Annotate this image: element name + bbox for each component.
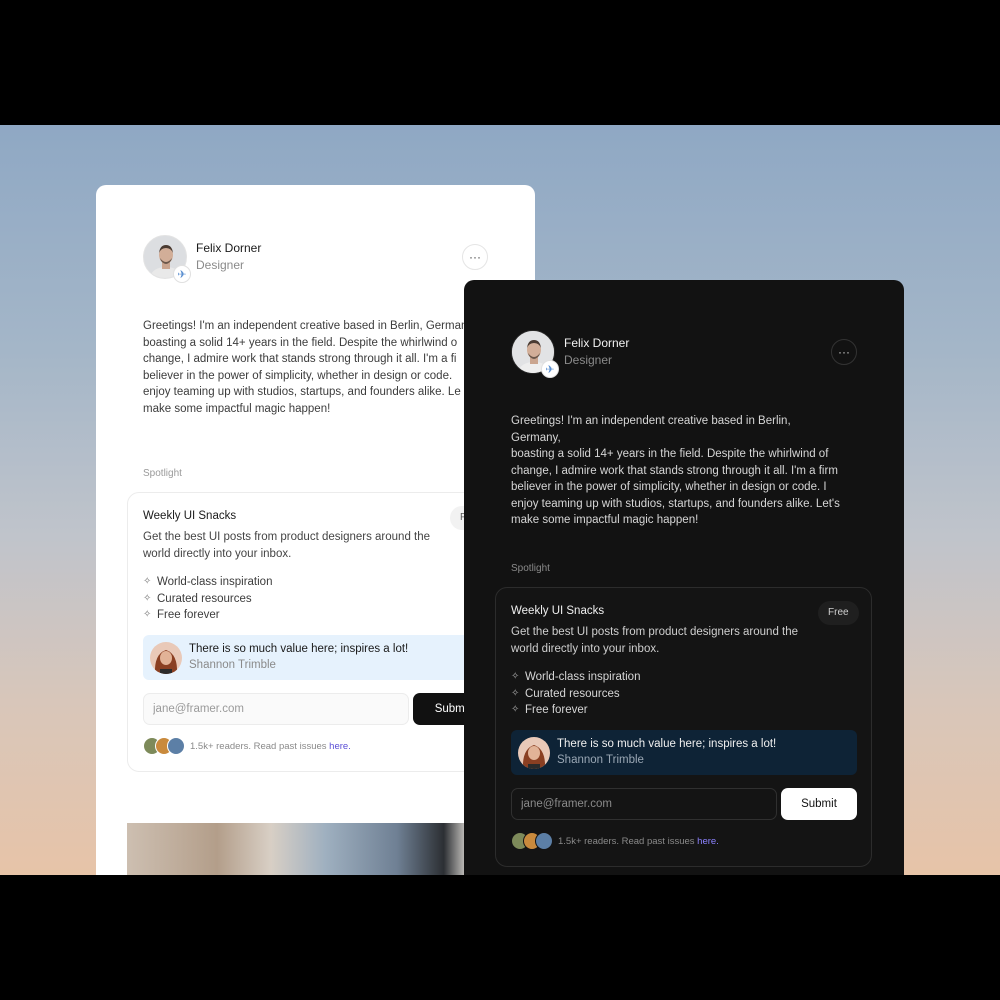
testimonial-avatar [150, 641, 182, 674]
feature-item: ✧ World-class inspiration [143, 574, 272, 591]
feature-item: ✧ Curated resources [511, 686, 640, 703]
readers-info: 1.5k+ readers. Read past issues here. [143, 737, 351, 755]
email-input[interactable] [511, 788, 777, 820]
bio-text: Greetings! I'm an independent creative b… [143, 320, 468, 415]
airplane-icon: ✈ [541, 360, 559, 378]
email-input[interactable] [143, 693, 409, 725]
readers-count-text: 1.5k+ readers. Read past issues [558, 835, 698, 847]
testimonial: There is so much value here; inspires a … [511, 730, 857, 775]
testimonial-text: There is so much value here; inspires a … [189, 643, 409, 655]
testimonial-text: There is so much value here; inspires a … [557, 738, 777, 750]
spotlight-title: Weekly UI Snacks [143, 510, 237, 522]
sparkle-icon: ✧ [511, 687, 520, 699]
workspace-photo [127, 823, 487, 875]
testimonial-avatar [518, 736, 550, 769]
more-options-button[interactable]: ··· [831, 339, 857, 365]
avatar[interactable]: ✈ [143, 235, 191, 283]
section-label-spotlight: Spotlight [143, 468, 182, 479]
feature-item: ✧ Curated resources [143, 591, 272, 608]
spotlight-description: Get the best UI posts from product desig… [511, 626, 799, 655]
spotlight-description: Get the best UI posts from product desig… [143, 531, 431, 560]
spotlight-title: Weekly UI Snacks [511, 605, 605, 617]
feature-item: ✧ Free forever [511, 702, 640, 719]
profile-name: Felix Dorner [196, 241, 262, 255]
readers-info: 1.5k+ readers. Read past issues here. [511, 832, 719, 850]
profile-name: Felix Dorner [564, 336, 630, 350]
reader-avatar [167, 737, 185, 755]
past-issues-link[interactable]: here. [329, 741, 351, 752]
testimonial: There is so much value here; inspires a … [143, 635, 473, 680]
sparkle-icon: ✧ [511, 671, 520, 682]
more-options-button[interactable]: ··· [462, 244, 488, 270]
testimonial-author: Shannon Trimble [557, 754, 644, 766]
reader-avatars [143, 737, 185, 755]
sparkle-icon: ✧ [143, 609, 152, 620]
submit-button[interactable]: Submit [781, 788, 857, 820]
avatar[interactable]: ✈ [511, 330, 559, 378]
bio-text: Greetings! I'm an independent creative b… [511, 415, 840, 526]
sparkle-icon: ✧ [143, 592, 152, 604]
past-issues-link[interactable]: here. [697, 836, 719, 847]
feature-item: ✧ World-class inspiration [511, 669, 640, 686]
reader-avatar [535, 832, 553, 850]
section-label-spotlight: Spotlight [511, 563, 550, 574]
spotlight-card: Weekly UI Snacks F Get the best UI posts… [127, 492, 489, 772]
feature-item: ✧ Free forever [143, 607, 272, 624]
testimonial-author: Shannon Trimble [189, 659, 276, 671]
airplane-icon: ✈ [173, 265, 191, 283]
sparkle-icon: ✧ [511, 704, 520, 715]
feature-list: ✧ World-class inspiration ✧ Curated resour… [511, 669, 640, 719]
sparkle-icon: ✧ [143, 576, 152, 587]
feature-list: ✧ World-class inspiration ✧ Curated resour… [143, 574, 272, 624]
readers-count-text: 1.5k+ readers. Read past issues [190, 740, 330, 752]
profile-role: Designer [564, 353, 613, 367]
free-badge: Free [818, 601, 859, 625]
profile-role: Designer [196, 258, 245, 272]
spotlight-card: Weekly UI Snacks Free Get the best UI po… [495, 587, 872, 867]
reader-avatars [511, 832, 553, 850]
profile-header: ✈ Felix Dorner Designer [143, 235, 262, 283]
profile-card-dark: ✈ Felix Dorner Designer ··· Greetings! I… [464, 280, 904, 875]
profile-header: ✈ Felix Dorner Designer [511, 330, 630, 378]
background-sky: ✈ Felix Dorner Designer ··· Greetings! I… [0, 125, 1000, 875]
